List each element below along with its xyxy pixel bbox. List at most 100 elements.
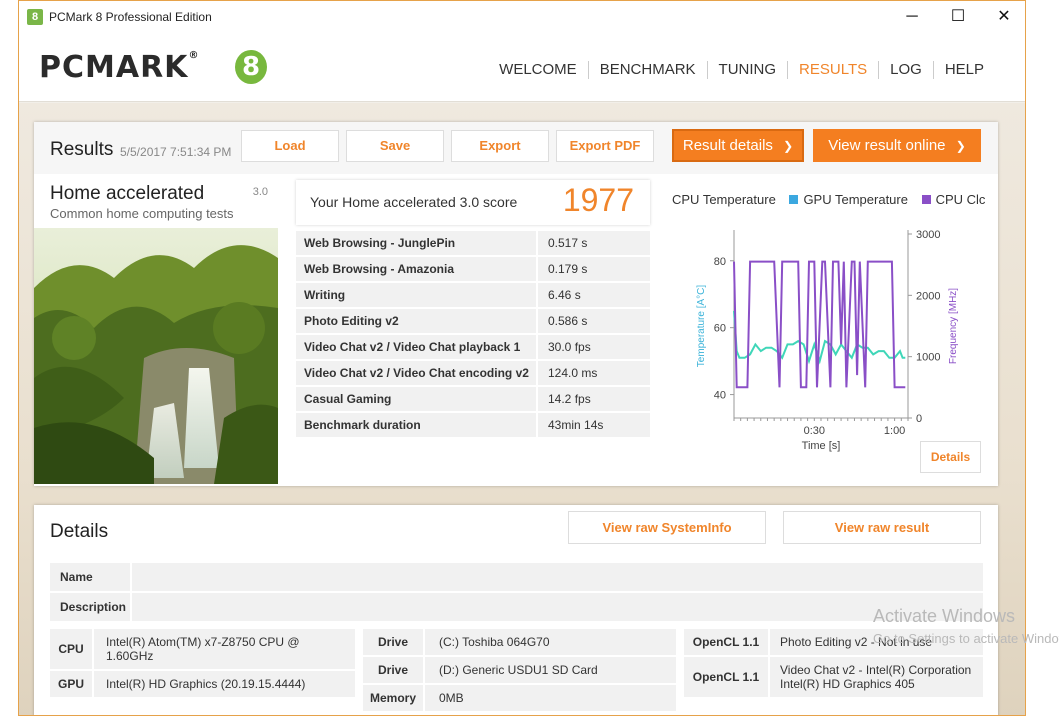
results-date: 5/5/2017 7:51:34 PM bbox=[120, 145, 232, 159]
view-raw-systeminfo-button[interactable]: View raw SystemInfo bbox=[568, 511, 766, 544]
score-row-value: 43min 14s bbox=[536, 413, 650, 439]
nav-welcome[interactable]: WELCOME bbox=[488, 61, 588, 79]
right-axis-label: Frequency [MHz] bbox=[948, 288, 959, 364]
export-pdf-button[interactable]: Export PDF bbox=[556, 130, 654, 162]
score-row-name: Video Chat v2 / Video Chat playback 1 v2 bbox=[296, 335, 536, 378]
score-area: Your Home accelerated 3.0 score 1977 Web… bbox=[296, 180, 650, 480]
description-row: Description bbox=[50, 593, 983, 621]
drive-value: (D:) Generic USDU1 SD Card bbox=[439, 663, 598, 677]
gpu-value: Intel(R) HD Graphics (20.19.15.4444) bbox=[106, 677, 306, 691]
left-tick-label: 40 bbox=[714, 390, 726, 402]
results-panel: Results 5/5/2017 7:51:34 PM Load Save Ex… bbox=[34, 122, 998, 486]
drive-value: (C:) Toshiba 064G70 bbox=[439, 635, 550, 649]
x-tick-label: 1:00 bbox=[884, 425, 905, 437]
chevron-right-icon: ❯ bbox=[955, 139, 966, 153]
chart-details-button[interactable]: Details bbox=[920, 441, 981, 473]
opencl-label: OpenCL 1.1 bbox=[684, 657, 770, 697]
nav-tuning[interactable]: TUNING bbox=[706, 61, 788, 79]
opencl-label: OpenCL 1.1 bbox=[684, 629, 770, 655]
nav-results[interactable]: RESULTS bbox=[787, 61, 878, 79]
legend-cpu-temperature: CPU Temperature bbox=[672, 192, 776, 207]
legend-gpu-temperature: GPU Temperature bbox=[803, 192, 908, 207]
watermark-line2: Go to Settings to activate Windows. bbox=[873, 631, 1059, 646]
watermark-line1: Activate Windows bbox=[873, 606, 1016, 626]
score-row: Benchmark duration 43min 14s bbox=[296, 413, 650, 439]
view-online-label: View result online bbox=[828, 137, 946, 154]
pcmark-8-icon: 8 bbox=[27, 9, 43, 25]
monitoring-chart: CPU Temperature GPU Temperature CPU Clc … bbox=[666, 178, 998, 478]
score-row-name: Video Chat v2 / Video Chat encoding v2 bbox=[296, 361, 536, 387]
result-details-label: Result details bbox=[682, 137, 773, 154]
score-row-name: Photo Editing v2 bbox=[296, 309, 536, 335]
score-table: Web Browsing - JunglePin 0.517 s Web Brow… bbox=[296, 231, 650, 439]
score-row-value: 0.179 s bbox=[536, 257, 650, 283]
waterfall-image bbox=[34, 228, 278, 484]
drive-label: Drive bbox=[363, 657, 425, 683]
view-result-online-button[interactable]: View result online ❯ bbox=[813, 129, 981, 162]
score-row-name: Web Browsing - JunglePin bbox=[296, 231, 536, 257]
hardware-cpu-gpu: CPU Intel(R) Atom(TM) x7-Z8750 CPU @ 1.6… bbox=[50, 629, 355, 699]
details-panel: Details View raw SystemInfo View raw res… bbox=[34, 505, 998, 715]
pcmark-logo: PCMARK® bbox=[39, 50, 199, 85]
cpu-clock-swatch bbox=[921, 195, 931, 204]
score-row-value: 30.0 fps bbox=[536, 335, 650, 361]
minimize-button[interactable]: ─ bbox=[889, 3, 935, 31]
view-raw-result-button[interactable]: View raw result bbox=[783, 511, 981, 544]
hardware-drives: Drive (C:) Toshiba 064G70 Drive (D:) Gen… bbox=[363, 629, 676, 713]
app-header: PCMARK® 8 WELCOME BENCHMARK TUNING RESUL… bbox=[19, 32, 1025, 102]
activate-windows-watermark: Activate Windows Go to Settings to activ… bbox=[873, 606, 1059, 646]
window-title: PCMark 8 Professional Edition bbox=[49, 10, 212, 24]
result-details-button[interactable]: Result details ❯ bbox=[672, 129, 804, 162]
right-tick-label: 2000 bbox=[916, 290, 940, 302]
title-bar: 8 PCMark 8 Professional Edition ─ ☐ ✕ bbox=[19, 1, 1025, 32]
score-row-name: Writing bbox=[296, 283, 536, 309]
right-tick-label: 0 bbox=[916, 413, 922, 425]
x-axis-label: Time [s] bbox=[802, 440, 841, 452]
score-row-name: Benchmark duration bbox=[296, 413, 536, 439]
right-tick-label: 1000 bbox=[916, 352, 940, 364]
score-row: Casual Gaming 14.2 fps bbox=[296, 387, 650, 413]
memory-label: Memory bbox=[363, 685, 425, 711]
nav-benchmark[interactable]: BENCHMARK bbox=[587, 61, 707, 79]
cpu-label: CPU bbox=[50, 629, 94, 669]
nav-log[interactable]: LOG bbox=[878, 61, 933, 79]
maximize-button[interactable]: ☐ bbox=[935, 3, 981, 31]
score-row: Photo Editing v2 0.586 s bbox=[296, 309, 650, 335]
score-row: Web Browsing - JunglePin 0.517 s bbox=[296, 231, 650, 257]
load-button[interactable]: Load bbox=[241, 130, 339, 162]
logo-registered-mark: ® bbox=[188, 50, 200, 61]
right-tick-label: 3000 bbox=[916, 229, 940, 241]
score-row-name: Casual Gaming bbox=[296, 387, 536, 413]
score-row-value: 124.0 ms bbox=[536, 361, 650, 387]
left-tick-label: 60 bbox=[714, 323, 726, 335]
chart-legend: CPU Temperature GPU Temperature CPU Clc bbox=[672, 192, 992, 207]
cpu-row: CPU Intel(R) Atom(TM) x7-Z8750 CPU @ 1.6… bbox=[50, 629, 355, 669]
score-row: Video Chat v2 / Video Chat encoding v2 12… bbox=[296, 361, 650, 387]
nav-help[interactable]: HELP bbox=[932, 61, 995, 79]
score-row: Video Chat v2 / Video Chat playback 1 v2… bbox=[296, 335, 650, 378]
score-row-value: 0.586 s bbox=[536, 309, 650, 335]
cpu-clock-line bbox=[733, 260, 906, 389]
description-label: Description bbox=[50, 593, 132, 621]
drive-row: Drive (C:) Toshiba 064G70 bbox=[363, 629, 676, 655]
drive-label: Drive bbox=[363, 629, 425, 655]
logo-8-mark: 8 bbox=[235, 50, 267, 84]
score-row: Web Browsing - Amazonia 0.179 s bbox=[296, 257, 650, 283]
close-button[interactable]: ✕ bbox=[981, 3, 1025, 31]
score-label: Your Home accelerated 3.0 score bbox=[310, 194, 518, 210]
drive-row: Drive (D:) Generic USDU1 SD Card bbox=[363, 657, 676, 683]
name-row: Name bbox=[50, 563, 983, 591]
legend-cpu-clock: CPU Clc bbox=[935, 192, 986, 207]
name-label: Name bbox=[50, 563, 132, 591]
memory-value: 0MB bbox=[439, 691, 464, 705]
main-nav: WELCOME BENCHMARK TUNING RESULTS LOG HEL… bbox=[488, 61, 995, 79]
chevron-right-icon: ❯ bbox=[783, 139, 794, 153]
x-tick-label: 0:30 bbox=[804, 425, 825, 437]
details-title: Details bbox=[50, 521, 109, 542]
gpu-row: GPU Intel(R) HD Graphics (20.19.15.4444) bbox=[50, 671, 355, 697]
score-value: 1977 bbox=[562, 182, 634, 218]
cpu-value: Intel(R) Atom(TM) x7-Z8750 CPU @ 1.60GHz bbox=[106, 635, 300, 663]
score-box: Your Home accelerated 3.0 score 1977 bbox=[296, 180, 650, 225]
save-button[interactable]: Save bbox=[346, 130, 444, 162]
export-button[interactable]: Export bbox=[451, 130, 549, 162]
